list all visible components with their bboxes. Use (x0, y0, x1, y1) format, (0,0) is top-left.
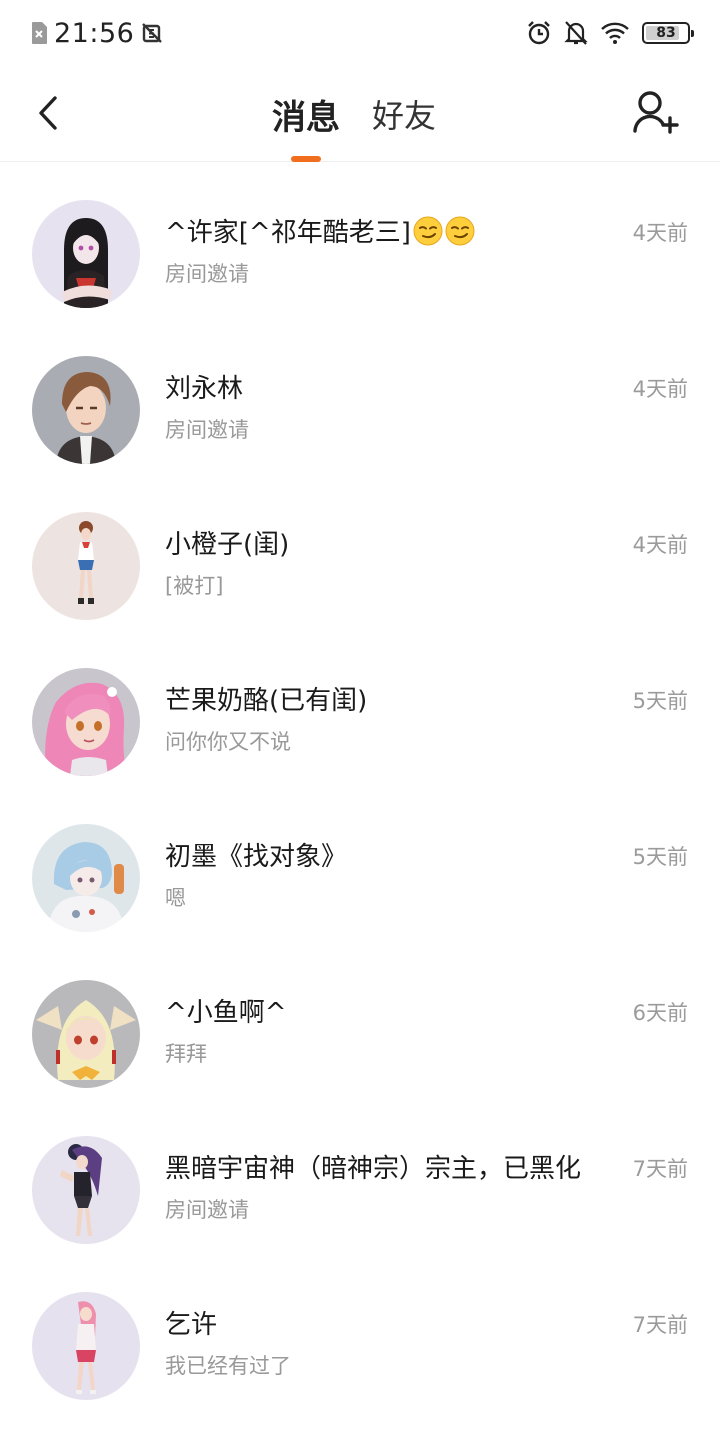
conversation-item[interactable]: 小橙子(闺) [被打] 4天前 (0, 474, 720, 630)
avatar (32, 356, 140, 464)
avatar (32, 1292, 140, 1400)
avatar (32, 200, 140, 308)
status-bar: 21:56 83 (0, 0, 720, 66)
conversation-name: 芒果奶酪(已有闺) (165, 686, 368, 716)
wifi-icon (601, 22, 629, 44)
conversation-time: 4天前 (632, 533, 688, 557)
screenshot-icon (142, 23, 163, 43)
conversation-time: 5天前 (632, 689, 688, 713)
bell-off-icon (564, 21, 588, 45)
conversation-time: 6天前 (632, 1001, 688, 1025)
avatar (32, 512, 140, 620)
status-right: 83 (526, 16, 694, 50)
tab-friends-label: 好友 (371, 97, 436, 135)
battery-level: 83 (656, 25, 676, 41)
header: 消息 好友 (0, 66, 720, 162)
conversation-preview: 房间邀请 (165, 1198, 249, 1222)
conversation-preview: [被打] (165, 574, 224, 598)
avatar (32, 824, 140, 932)
smirk-emoji-icon (413, 216, 443, 246)
conversation-list: ^许家[^祁年酷老三] 房间邀请 4天前 刘永林 房间邀请 4天前 小橙子(闺)… (0, 162, 720, 1410)
smirk-emoji-icon (445, 216, 475, 246)
conversation-name: 黑暗宇宙神（暗神宗）宗主，已黑化 (165, 1154, 582, 1184)
conversation-name: 小橙子(闺) (165, 530, 290, 560)
tab-friends[interactable]: 好友 (372, 66, 436, 162)
conversation-item[interactable]: 初墨《找对象》 嗯 5天前 (0, 786, 720, 942)
status-time: 21:56 (54, 17, 135, 49)
tab-messages[interactable]: 消息 (272, 66, 340, 162)
avatar (32, 1136, 140, 1244)
conversation-item[interactable]: ^许家[^祁年酷老三] 房间邀请 4天前 (0, 162, 720, 318)
add-user-icon[interactable] (632, 88, 680, 136)
conversation-time: 7天前 (632, 1157, 688, 1181)
conversation-preview: 问你你又不说 (165, 730, 291, 754)
conversation-preview: 房间邀请 (165, 418, 249, 442)
conversation-time: 4天前 (632, 377, 688, 401)
tab-bar: 消息 好友 (0, 66, 720, 162)
conversation-preview: 房间邀请 (165, 262, 249, 286)
conversation-item[interactable]: 刘永林 房间邀请 4天前 (0, 318, 720, 474)
alarm-icon (528, 21, 550, 45)
conversation-name: 刘永林 (165, 374, 244, 404)
avatar (32, 980, 140, 1088)
conversation-item[interactable]: 黑暗宇宙神（暗神宗）宗主，已黑化 房间邀请 7天前 (0, 1098, 720, 1254)
conversation-time: 5天前 (632, 845, 688, 869)
conversation-preview: 嗯 (165, 886, 186, 910)
tab-messages-label: 消息 (271, 97, 340, 138)
conversation-item[interactable]: 乞许 我已经有过了 7天前 (0, 1254, 720, 1410)
conversation-time: 4天前 (632, 221, 688, 245)
conversation-name: 初墨《找对象》 (165, 842, 348, 872)
battery-indicator: 83 (642, 22, 694, 44)
conversation-name-text: ^许家[^祁年酷老三] (165, 218, 411, 248)
conversation-name: ^许家[^祁年酷老三] (165, 212, 620, 249)
sim-card-icon (32, 22, 47, 44)
avatar (32, 668, 140, 776)
conversation-preview: 我已经有过了 (165, 1354, 291, 1378)
conversation-item[interactable]: ^小鱼啊^ 拜拜 6天前 (0, 942, 720, 1098)
conversation-name: 乞许 (165, 1310, 218, 1340)
conversation-time: 7天前 (632, 1313, 688, 1337)
conversation-item[interactable]: 芒果奶酪(已有闺) 问你你又不说 5天前 (0, 630, 720, 786)
status-left: 21:56 (30, 16, 164, 50)
conversation-preview: 拜拜 (165, 1042, 207, 1066)
conversation-name: ^小鱼啊^ (165, 998, 287, 1028)
